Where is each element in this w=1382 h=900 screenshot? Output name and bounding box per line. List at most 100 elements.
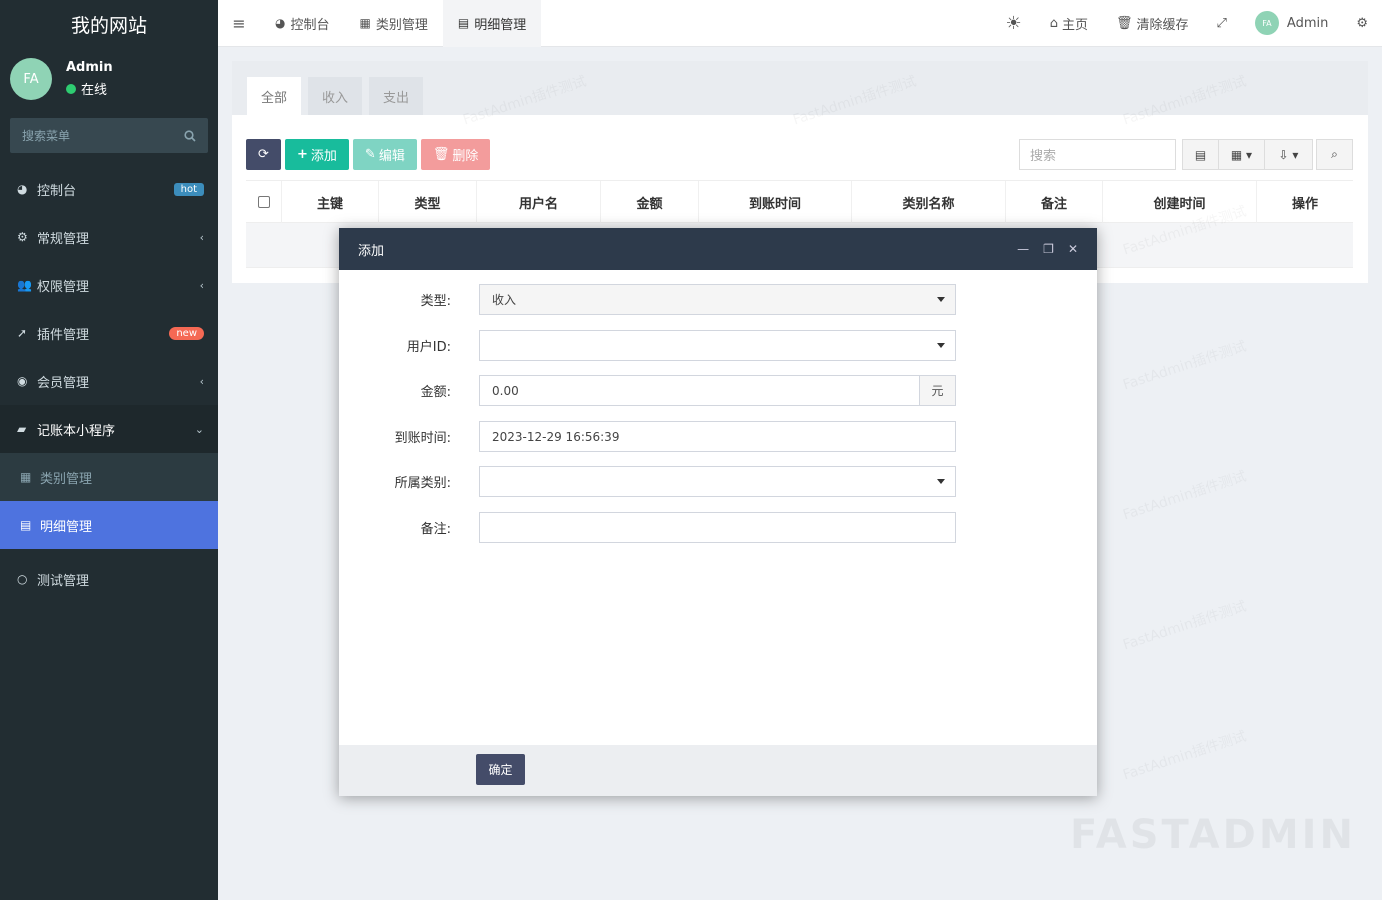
tab-income[interactable]: 收入 [308,77,363,115]
column-header[interactable]: 创建时间 [1102,181,1256,223]
panel-tabs: 全部 收入 支出 [232,61,1368,115]
tab-expense[interactable]: 支出 [369,77,424,115]
dialog-title: 添加 [358,243,385,259]
chevron-down-icon: ⌄ [194,422,204,436]
sidebar-item-detail[interactable]: ▤ 明细管理 [0,501,218,549]
export-button[interactable]: ⇩ ▾ [1264,139,1313,170]
search-button[interactable]: ⌕ [1316,139,1353,170]
sidebar-item-label: 类别管理 [40,471,93,487]
column-header[interactable]: 类型 [378,181,476,223]
select-all-cell [246,181,281,223]
dashboard-icon: ◕ [275,16,286,30]
time-input[interactable]: 2023-12-29 16:56:39 [479,421,956,452]
online-dot-icon [66,83,76,94]
sidebar-item-label: 测试管理 [37,573,90,589]
trash-icon: 🗑 [432,147,450,162]
site-brand[interactable]: 我的网站 [0,0,218,48]
grid-icon: ▦ [359,16,371,30]
caret-down-icon [937,479,945,484]
rocket-icon: ➚ [17,326,28,340]
sidebar-item-auth[interactable]: 👥 权限管理 ‹ [0,261,218,309]
sidebar-item-label: 会员管理 [37,375,90,391]
refresh-button[interactable]: ⟳ [246,139,281,170]
sidebar-item-general[interactable]: ⚙ 常规管理 ‹ [0,213,218,261]
caret-down-icon [937,297,945,302]
amount-unit-addon: 元 [919,375,956,406]
close-icon[interactable]: ✕ [1068,242,1078,256]
edit-button[interactable]: ✎ 编辑 [352,139,417,170]
dialog-footer: 确定 [339,745,1097,796]
userid-select[interactable] [479,330,956,361]
minimize-icon[interactable]: — [1017,242,1029,256]
sidebar-item-addon[interactable]: ➚ 插件管理 new [0,309,218,357]
tab-dashboard[interactable]: ◕ 控制台 [260,0,345,47]
watermark-text: FastAdmin插件测试 [1120,466,1249,525]
clear-cache-button[interactable]: 🗑 清除缓存 [1102,14,1203,33]
delete-button[interactable]: 🗑 删除 [420,139,491,170]
tab-label: 控制台 [290,17,330,33]
form-row-type: 类型: 收入 [339,284,1097,315]
column-header[interactable]: 金额 [600,181,698,223]
maximize-icon[interactable]: ❐ [1043,242,1054,256]
theme-toggle-icon[interactable]: ☀ [992,13,1036,34]
sidebar-item-label: 明细管理 [40,519,93,535]
menu-toggle-icon[interactable]: ≡ [218,14,260,33]
avatar: FA [10,58,52,100]
column-header[interactable]: 主键 [281,181,378,223]
toolbar: ⟳ + 添加 ✎ 编辑 🗑 删除 [246,139,494,170]
grid-icon: ▦ ▾ [1230,147,1253,162]
table-search-placeholder: 搜索 [1030,149,1057,164]
columns-button[interactable]: ▦ ▾ [1218,139,1265,170]
remark-input[interactable] [479,512,956,543]
tab-category[interactable]: ▦ 类别管理 [345,0,443,47]
column-header[interactable]: 到账时间 [698,181,851,223]
users-icon: 👥 [17,278,32,292]
hot-badge: hot [173,182,204,196]
user-circle-icon: ◉ [17,374,28,388]
user-menu[interactable]: FA Admin [1241,11,1342,35]
export-icon: ⇩ ▾ [1278,147,1299,162]
caret-down-icon [937,343,945,348]
tab-detail[interactable]: ▤ 明细管理 [442,0,542,47]
column-header[interactable]: 类别名称 [851,181,1005,223]
type-select[interactable]: 收入 [479,284,956,315]
home-label: 主页 [1061,17,1088,33]
amount-input[interactable]: 0.00 [479,375,920,406]
watermark-text: FastAdmin插件测试 [1120,596,1249,655]
add-button[interactable]: + 添加 [285,139,349,170]
search-icon[interactable] [184,129,196,142]
chevron-left-icon: ‹ [199,374,204,388]
category-select[interactable] [479,466,956,497]
delete-button-label: 删除 [452,149,479,164]
sidebar-item-label: 权限管理 [37,279,90,295]
column-header[interactable]: 备注 [1005,181,1102,223]
sidebar-item-accountbook[interactable]: ▰ 记账本小程序 ⌄ [0,405,218,453]
home-link[interactable]: ⌂ 主页 [1036,14,1102,33]
tab-all[interactable]: 全部 [247,77,302,115]
column-header[interactable]: 用户名 [476,181,600,223]
form-row-remark: 备注: [339,512,1097,543]
confirm-button[interactable]: 确定 [476,754,525,785]
grid-icon: ▦ [20,470,32,484]
pencil-icon: ✎ [364,147,376,162]
top-navbar: ≡ ◕ 控制台 ▦ 类别管理 ▤ 明细管理 ☀ ⌂ 主页 🗑 清除缓存 ⤢ FA… [218,0,1382,47]
type-select-value: 收入 [492,293,517,307]
settings-gear-icon[interactable]: ⚙ [1342,16,1382,31]
fullscreen-icon[interactable]: ⤢ [1203,16,1241,31]
sidebar-item-dashboard[interactable]: ◕ 控制台 hot [0,165,218,213]
sidebar-search-input[interactable]: 搜索菜单 [10,118,208,153]
table-search-input[interactable]: 搜索 [1019,139,1176,170]
clear-cache-label: 清除缓存 [1136,17,1189,33]
sidebar-item-category[interactable]: ▦ 类别管理 [0,453,218,501]
circle-icon: ○ [17,572,28,586]
search-icon: ⌕ [1331,147,1338,161]
tab-label: 类别管理 [375,17,428,33]
chevron-left-icon: ‹ [199,230,204,244]
toggle-view-button[interactable]: ▤ [1182,139,1219,170]
form-row-userid: 用户ID: [339,330,1097,361]
sidebar-item-test[interactable]: ○ 测试管理 [0,555,218,603]
sidebar-item-member[interactable]: ◉ 会员管理 ‹ [0,357,218,405]
select-all-checkbox[interactable] [257,196,270,208]
form-row-time: 到账时间: 2023-12-29 16:56:39 [339,421,1097,452]
trash-icon: 🗑 [1115,15,1133,31]
